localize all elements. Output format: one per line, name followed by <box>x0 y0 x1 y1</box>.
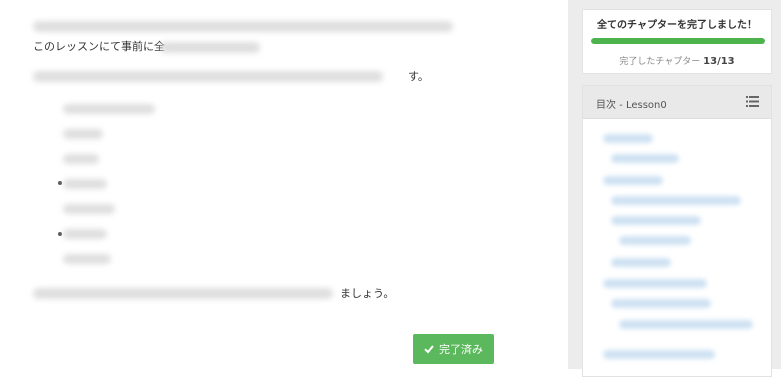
toc-link[interactable] <box>619 236 691 245</box>
toc-title: 目次 - Lesson0 <box>596 100 667 111</box>
progress-bar <box>591 38 765 44</box>
toc-link[interactable] <box>611 216 701 225</box>
toc-link[interactable] <box>603 279 707 288</box>
paragraph-line-2: このレッスンにて事前に全 <box>33 40 165 53</box>
check-icon <box>424 345 434 354</box>
blurred-text <box>63 179 107 189</box>
toc-link[interactable] <box>619 320 753 329</box>
toc-link[interactable] <box>611 196 741 205</box>
list-icon[interactable] <box>746 96 759 107</box>
toc-panel: 目次 - Lesson0 <box>582 85 772 377</box>
toc-link[interactable] <box>611 299 711 308</box>
complete-button[interactable]: 完了済み <box>413 334 494 364</box>
toc-header: 目次 - Lesson0 <box>583 86 771 119</box>
blurred-text <box>63 154 99 164</box>
paragraph-line-3-tail: す。 <box>408 70 429 83</box>
bullet-dot <box>58 232 62 236</box>
toc-link[interactable] <box>611 258 671 267</box>
blurred-text <box>63 254 111 264</box>
complete-button-label: 完了済み <box>439 343 483 356</box>
progress-label: 完了したチャプター <box>619 57 701 67</box>
blurred-text <box>33 21 453 32</box>
blurred-text <box>63 129 103 139</box>
sidebar: 全てのチャプターを完了しました！ 完了したチャプター 13/13 目次 - Le… <box>568 0 781 377</box>
blurred-text <box>33 71 383 82</box>
blurred-text <box>63 104 155 114</box>
blurred-text <box>63 229 107 239</box>
toc-link[interactable] <box>603 350 715 359</box>
bullet-dot <box>58 181 62 185</box>
blurred-text <box>33 288 333 299</box>
progress-count: 13/13 <box>703 56 735 67</box>
blurred-text <box>160 42 260 53</box>
progress-title: 全てのチャプターを完了しました！ <box>597 20 757 31</box>
blurred-text <box>63 204 115 214</box>
progress-meta: 完了したチャプター 13/13 <box>583 54 771 67</box>
paragraph-line-bottom-tail: ましょう。 <box>340 287 395 300</box>
toc-link[interactable] <box>603 134 653 143</box>
progress-bar-fill <box>591 38 765 44</box>
lesson-content: このレッスンにて事前に全 す。 ましょう。 完了済み <box>0 0 568 369</box>
progress-card: 全てのチャプターを完了しました！ 完了したチャプター 13/13 <box>582 9 772 74</box>
toc-link[interactable] <box>611 154 679 163</box>
toc-link[interactable] <box>603 176 663 185</box>
